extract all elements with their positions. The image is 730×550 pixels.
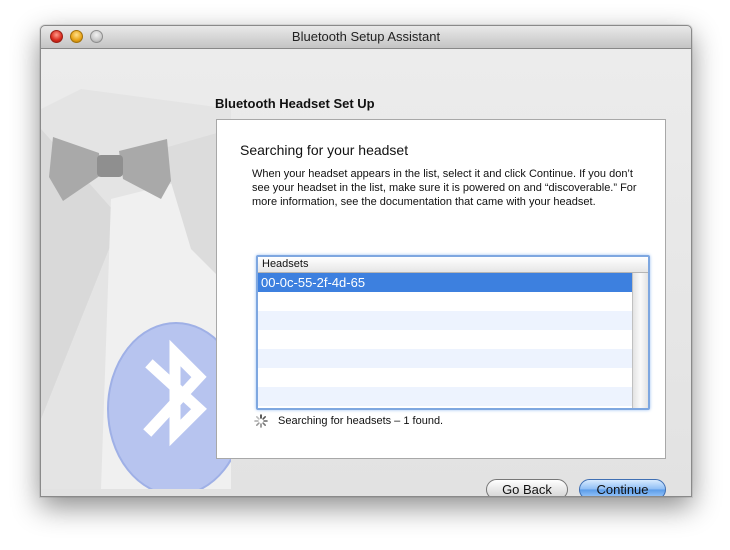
- headsets-column-header[interactable]: Headsets: [258, 257, 648, 273]
- empty-row: [258, 387, 632, 406]
- tuxedo-bluetooth-art: [41, 89, 231, 489]
- setup-assistant-window: Bluetooth Setup Assistant Bluetooth Head…: [40, 25, 692, 497]
- empty-row: [258, 311, 632, 330]
- window-title: Bluetooth Setup Assistant: [291, 29, 441, 44]
- empty-row: [258, 330, 632, 349]
- setup-panel: Searching for your headset When your hea…: [216, 119, 666, 459]
- status-text: Searching for headsets – 1 found.: [278, 415, 444, 427]
- headset-rows: 00-0c-55-2f-4d-65: [258, 273, 632, 408]
- title-bar[interactable]: Bluetooth Setup Assistant: [41, 26, 691, 49]
- window-content: Bluetooth Headset Set Up Searching for y…: [41, 49, 691, 496]
- empty-row: [258, 292, 632, 311]
- progress-spinner-icon: [254, 414, 268, 428]
- empty-row: [258, 368, 632, 387]
- page-heading: Bluetooth Headset Set Up: [215, 96, 375, 111]
- go-back-button[interactable]: Go Back: [486, 479, 568, 496]
- panel-title: Searching for your headset: [240, 142, 409, 158]
- list-scrollbar[interactable]: [632, 273, 648, 408]
- headset-list[interactable]: Headsets 00-0c-55-2f-4d-65: [256, 255, 650, 410]
- headset-row[interactable]: 00-0c-55-2f-4d-65: [258, 273, 632, 292]
- continue-button[interactable]: Continue: [579, 479, 666, 496]
- instructions-text: When your headset appears in the list, s…: [252, 168, 637, 208]
- empty-row: [258, 349, 632, 368]
